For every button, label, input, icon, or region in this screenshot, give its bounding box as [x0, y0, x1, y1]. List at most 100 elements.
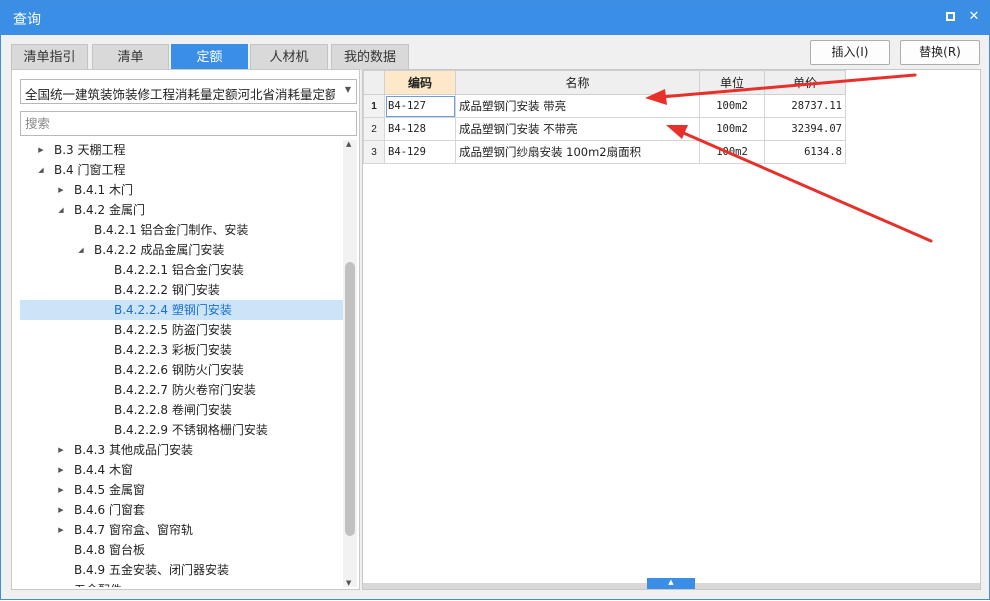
tree-item-label: B.4.2.1 铝合金门制作、安装 [94, 223, 249, 237]
library-select[interactable]: 全国统一建筑装饰装修工程消耗量定额河北省消耗量定额(20 ▼ [20, 79, 357, 104]
expand-icon[interactable]: ▶ [36, 140, 46, 160]
tree-item[interactable]: ◢ B.4 门窗工程 [20, 160, 343, 180]
tree-item[interactable]: B.4.8 窗台板 [20, 540, 343, 560]
tree-item-label: B.4.2.2.3 彩板门安装 [114, 343, 232, 357]
expand-icon[interactable]: ▶ [56, 460, 66, 480]
tree-item[interactable]: ▶ B.4.7 窗帘盒、窗帘轨 [20, 520, 343, 540]
search-input[interactable] [20, 111, 357, 136]
row-number[interactable]: 2 [363, 117, 385, 141]
tree-item-label: B.4.2.2.7 防火卷帘门安装 [114, 383, 256, 397]
tree-item-label: B.4.7 窗帘盒、窗帘轨 [74, 523, 193, 537]
expand-icon[interactable]: ▶ [56, 520, 66, 540]
tree-item[interactable]: B.4.2.2.8 卷闸门安装 [20, 400, 343, 420]
tree-item[interactable]: B.4.2.2.9 不锈钢格栅门安装 [20, 420, 343, 440]
expand-icon[interactable]: ▶ [56, 180, 66, 200]
row-number[interactable]: 3 [363, 140, 385, 164]
tree-item-label: B.4.5 金属窗 [74, 483, 145, 497]
tree-item-label: B.4.6 门窗套 [74, 503, 145, 517]
tree-item-label: B.4.9 五金安装、闭门器安装 [74, 563, 229, 577]
maximize-button[interactable] [941, 8, 959, 26]
panel-splitter[interactable]: ▲ [363, 578, 980, 589]
tab-1[interactable]: 清单 [92, 44, 169, 70]
tree-item[interactable]: B.4.2.2.7 防火卷帘门安装 [20, 380, 343, 400]
tree-item-label: B.4.2.2.5 防盗门安装 [114, 323, 232, 337]
tree-item-label: B.4.2.2.1 铝合金门安装 [114, 263, 244, 277]
tree-item[interactable]: ◢ B.4.2 金属门 [20, 200, 343, 220]
scroll-up-icon[interactable]: ▲ [346, 140, 351, 148]
tab-3[interactable]: 人材机 [250, 44, 328, 70]
cell-name[interactable]: 成品塑钢门安装 不带亮 [455, 117, 700, 141]
column-header-unit[interactable]: 单位 [699, 70, 765, 95]
tree-item-label: B.4.8 窗台板 [74, 543, 145, 557]
tab-4[interactable]: 我的数据 [331, 44, 409, 70]
row-number-header [363, 70, 385, 95]
tree-item[interactable]: 五金配件 [20, 580, 343, 587]
tree-item[interactable]: ▶ B.4.1 木门 [20, 180, 343, 200]
insert-button[interactable]: 插入(I) [810, 40, 890, 65]
cell-name[interactable]: 成品塑钢门纱扇安装 100m2扇面积 [455, 140, 700, 164]
cell-price[interactable]: 28737.11 [764, 94, 846, 118]
column-header-name[interactable]: 名称 [455, 70, 700, 95]
tree-item-label: B.4.3 其他成品门安装 [74, 443, 193, 457]
maximize-icon [945, 12, 955, 21]
expand-icon[interactable]: ▶ [56, 480, 66, 500]
tree-item[interactable]: B.4.2.2.5 防盗门安装 [20, 320, 343, 340]
dialog-title: 查询 [13, 12, 41, 28]
replace-button[interactable]: 替换(R) [900, 40, 980, 65]
scroll-thumb[interactable] [345, 262, 355, 536]
scroll-down-icon[interactable]: ▼ [346, 579, 351, 587]
tree-item[interactable]: ▶ B.4.4 木窗 [20, 460, 343, 480]
category-tree: ▶ B.3 天棚工程 ◢ B.4 门窗工程 ▶ B.4.1 木门 ◢ B.4.2 金属门 B.4… [20, 140, 343, 587]
tree-item[interactable]: B.4.9 五金安装、闭门器安装 [20, 560, 343, 580]
cell-unit[interactable]: 100m2 [699, 117, 765, 141]
chevron-down-icon: ▼ [344, 85, 351, 94]
tab-0[interactable]: 清单指引 [11, 44, 88, 70]
row-number[interactable]: 1 [363, 94, 385, 118]
table-row[interactable]: 2 B4-128 成品塑钢门安装 不带亮 100m2 32394.07 [363, 117, 846, 141]
tree-item-label: B.3 天棚工程 [54, 143, 126, 157]
category-panel: 全国统一建筑装饰装修工程消耗量定额河北省消耗量定额(20 ▼ ▶ B.3 天棚工程… [11, 69, 360, 590]
cell-code[interactable]: B4-128 [384, 117, 456, 141]
tree-item[interactable]: B.4.2.2.4 塑钢门安装 [20, 300, 343, 320]
title-bar[interactable]: 查询 ✕ [1, 1, 989, 35]
cell-unit[interactable]: 100m2 [699, 140, 765, 164]
tree-item-label: B.4.2.2 成品金属门安装 [94, 243, 225, 257]
column-header-code[interactable]: 编码 [384, 70, 456, 95]
tree-item[interactable]: ◢ B.4.2.2 成品金属门安装 [20, 240, 343, 260]
column-header-price[interactable]: 单价 [764, 70, 846, 95]
cell-code[interactable]: B4-129 [384, 140, 456, 164]
library-select-value: 全国统一建筑装饰装修工程消耗量定额河北省消耗量定额(20 [25, 87, 335, 102]
cell-code[interactable]: B4-127 [384, 94, 456, 118]
tree-item[interactable]: ▶ B.4.5 金属窗 [20, 480, 343, 500]
splitter-collapse-icon[interactable]: ▲ [647, 578, 695, 589]
collapse-icon[interactable]: ◢ [76, 240, 86, 260]
tree-item[interactable]: B.4.2.2.1 铝合金门安装 [20, 260, 343, 280]
cell-price[interactable]: 32394.07 [764, 117, 846, 141]
cell-unit[interactable]: 100m2 [699, 94, 765, 118]
collapse-icon[interactable]: ◢ [56, 200, 66, 220]
expand-icon[interactable]: ▶ [56, 440, 66, 460]
expand-icon[interactable]: ▶ [56, 500, 66, 520]
tree-item[interactable]: B.4.2.2.6 钢防火门安装 [20, 360, 343, 380]
cell-price[interactable]: 6134.8 [764, 140, 846, 164]
tree-item-label: 五金配件 [74, 580, 122, 587]
tree-item[interactable]: ▶ B.4.3 其他成品门安装 [20, 440, 343, 460]
tree-scrollbar[interactable]: ▲ ▼ [343, 140, 357, 587]
table-row[interactable]: 1 B4-127 成品塑钢门安装 带亮 100m2 28737.11 [363, 94, 846, 118]
close-button[interactable]: ✕ [965, 8, 983, 26]
tree-item[interactable]: B.4.2.2.3 彩板门安装 [20, 340, 343, 360]
tree-item[interactable]: B.4.2.1 铝合金门制作、安装 [20, 220, 343, 240]
tree-item-label: B.4.2.2.9 不锈钢格栅门安装 [114, 423, 268, 437]
tree-item-label: B.4.1 木门 [74, 183, 133, 197]
cell-name[interactable]: 成品塑钢门安装 带亮 [455, 94, 700, 118]
collapse-icon[interactable]: ◢ [36, 160, 46, 180]
tree-item-label: B.4 门窗工程 [54, 163, 126, 177]
tree-item[interactable]: ▶ B.4.6 门窗套 [20, 500, 343, 520]
tree-item-label: B.4.2.2.2 钢门安装 [114, 283, 220, 297]
tree-item-label: B.4.4 木窗 [74, 463, 133, 477]
tree-item[interactable]: ▶ B.3 天棚工程 [20, 140, 343, 160]
tab-2[interactable]: 定额 [171, 44, 248, 70]
table-row[interactable]: 3 B4-129 成品塑钢门纱扇安装 100m2扇面积 100m2 6134.8 [363, 140, 846, 164]
tree-item[interactable]: B.4.2.2.2 钢门安装 [20, 280, 343, 300]
results-table: 编码 名称 单位 单价 1 B4-127 成品塑钢门安装 带亮 100m2 28737.… [363, 70, 846, 164]
